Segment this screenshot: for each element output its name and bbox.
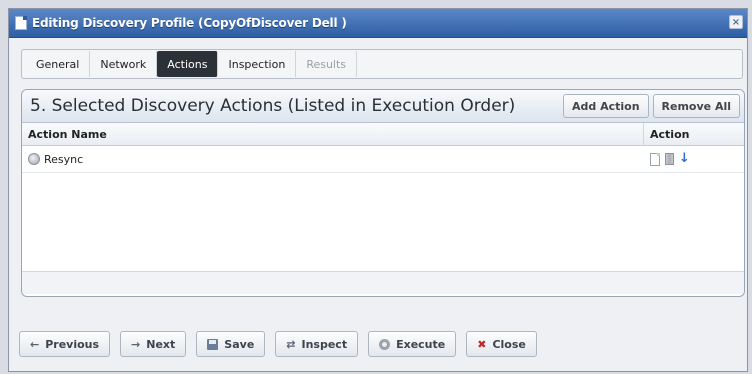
save-button[interactable]: Save	[196, 331, 266, 357]
tab-results: Results	[296, 51, 358, 77]
row-actions-cell: ↓	[644, 146, 744, 172]
add-action-button[interactable]: Add Action	[562, 94, 649, 118]
tab-inspection[interactable]: Inspection	[218, 51, 297, 77]
remove-all-button[interactable]: Remove All	[652, 94, 740, 118]
dialog-titlebar[interactable]: Editing Discovery Profile (CopyOfDiscove…	[9, 9, 747, 38]
next-button[interactable]: → Next	[120, 331, 187, 357]
previous-button[interactable]: ← Previous	[19, 331, 111, 357]
close-button[interactable]: ✖ Close	[466, 331, 537, 357]
column-header-action-name[interactable]: Action Name	[22, 123, 644, 145]
grid-header: Action Name Action	[22, 123, 744, 146]
selected-actions-panel: 5. Selected Discovery Actions (Listed in…	[21, 89, 745, 297]
dialog-title: Editing Discovery Profile (CopyOfDiscove…	[32, 16, 347, 30]
tab-actions[interactable]: Actions	[157, 51, 219, 77]
grid-empty-area	[22, 173, 744, 271]
discovery-profile-dialog: Editing Discovery Profile (CopyOfDiscove…	[8, 8, 748, 372]
close-icon: ✖	[477, 337, 487, 351]
inspect-label: Inspect	[301, 337, 348, 351]
gear-icon	[28, 153, 40, 165]
wizard-tabs: General Network Actions Inspection Resul…	[21, 49, 743, 79]
execute-button[interactable]: Execute	[368, 331, 457, 357]
save-label: Save	[224, 337, 255, 351]
next-label: Next	[146, 337, 176, 351]
gear-icon	[379, 338, 391, 350]
wizard-footer: ← Previous → Next Save ⇄ Inspect Execute…	[19, 331, 537, 357]
arrow-right-icon: →	[131, 337, 141, 351]
row-name-cell: Resync	[22, 146, 644, 172]
disk-icon	[207, 338, 219, 350]
grid-footer	[22, 271, 744, 294]
inspect-icon: ⇄	[286, 337, 296, 351]
arrow-left-icon: ←	[30, 337, 40, 351]
document-icon	[15, 16, 27, 30]
previous-label: Previous	[45, 337, 100, 351]
inspect-button[interactable]: ⇄ Inspect	[275, 331, 359, 357]
tab-general[interactable]: General	[26, 51, 91, 77]
execute-label: Execute	[396, 337, 446, 351]
delete-trash-icon[interactable]	[665, 153, 674, 165]
panel-header: 5. Selected Discovery Actions (Listed in…	[22, 90, 744, 123]
edit-document-icon[interactable]	[650, 152, 660, 166]
dialog-close-icon[interactable]: ×	[729, 15, 743, 29]
tab-network[interactable]: Network	[90, 51, 158, 77]
table-row[interactable]: Resync ↓	[22, 146, 744, 173]
row-action-name: Resync	[44, 152, 84, 166]
column-header-action[interactable]: Action	[644, 123, 744, 145]
move-down-arrow-icon[interactable]: ↓	[679, 152, 690, 165]
panel-title: 5. Selected Discovery Actions (Listed in…	[30, 96, 516, 116]
close-label: Close	[492, 337, 526, 351]
